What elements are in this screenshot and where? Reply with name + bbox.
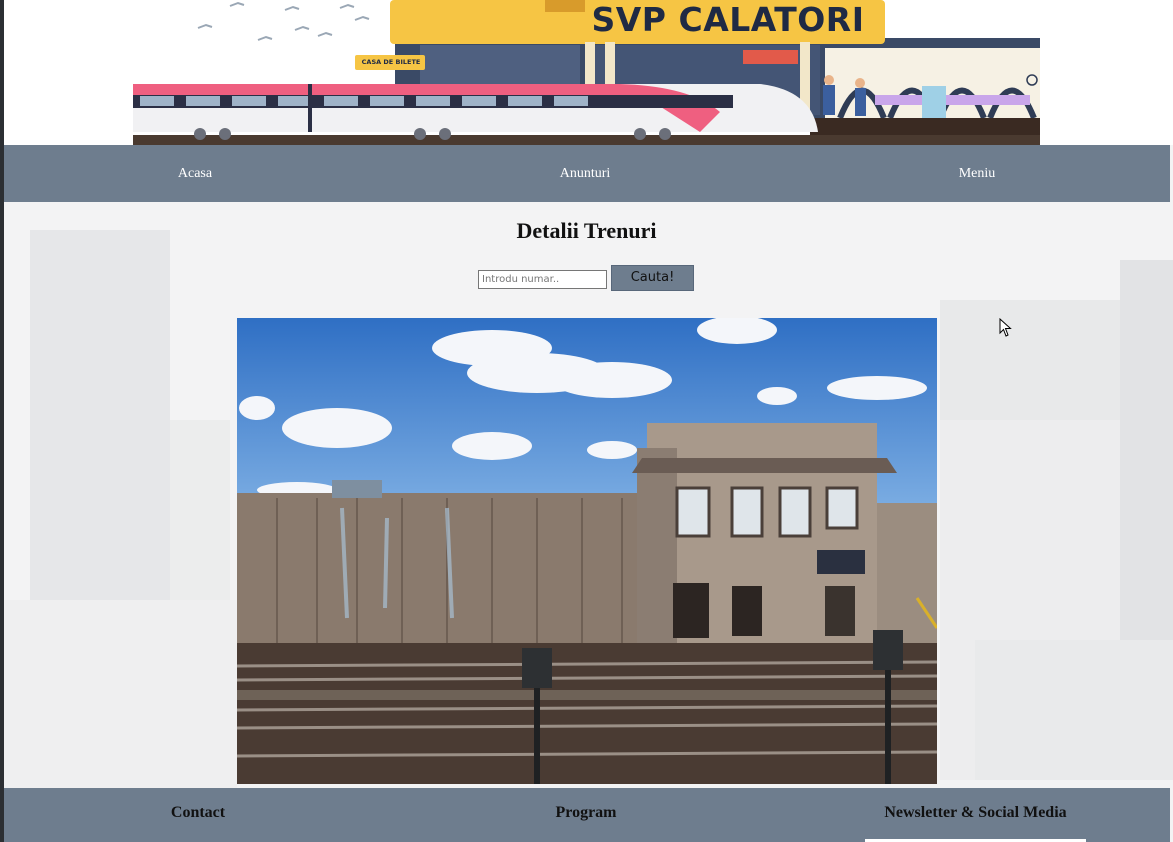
nav-item-meniu[interactable]: Meniu — [897, 145, 1057, 202]
brand-title: SVP CALATORI — [591, 0, 865, 39]
nav-item-anunturi[interactable]: Anunturi — [505, 145, 665, 202]
footer-heading-contact: Contact — [170, 804, 226, 821]
mouse-cursor-icon — [999, 318, 1012, 337]
train-number-input[interactable] — [478, 270, 607, 289]
top-navigation: Acasa Anunturi Meniu — [4, 145, 1170, 202]
header-banner: SVP CALATORI CASA DE BILETE — [0, 0, 1173, 145]
search-button[interactable]: Cauta! — [611, 265, 694, 291]
page-title: Detalii Trenuri — [516, 218, 657, 243]
footer: Contact Program Newsletter & Social Medi… — [4, 788, 1170, 842]
train-station-photo — [237, 318, 937, 784]
window-edge — [0, 0, 4, 842]
footer-heading-newsletter: Newsletter & Social Media — [884, 804, 1067, 821]
nav-item-acasa[interactable]: Acasa — [115, 145, 275, 202]
footer-heading-program: Program — [555, 804, 617, 821]
ticket-office-sign: CASA DE BILETE — [361, 58, 421, 66]
